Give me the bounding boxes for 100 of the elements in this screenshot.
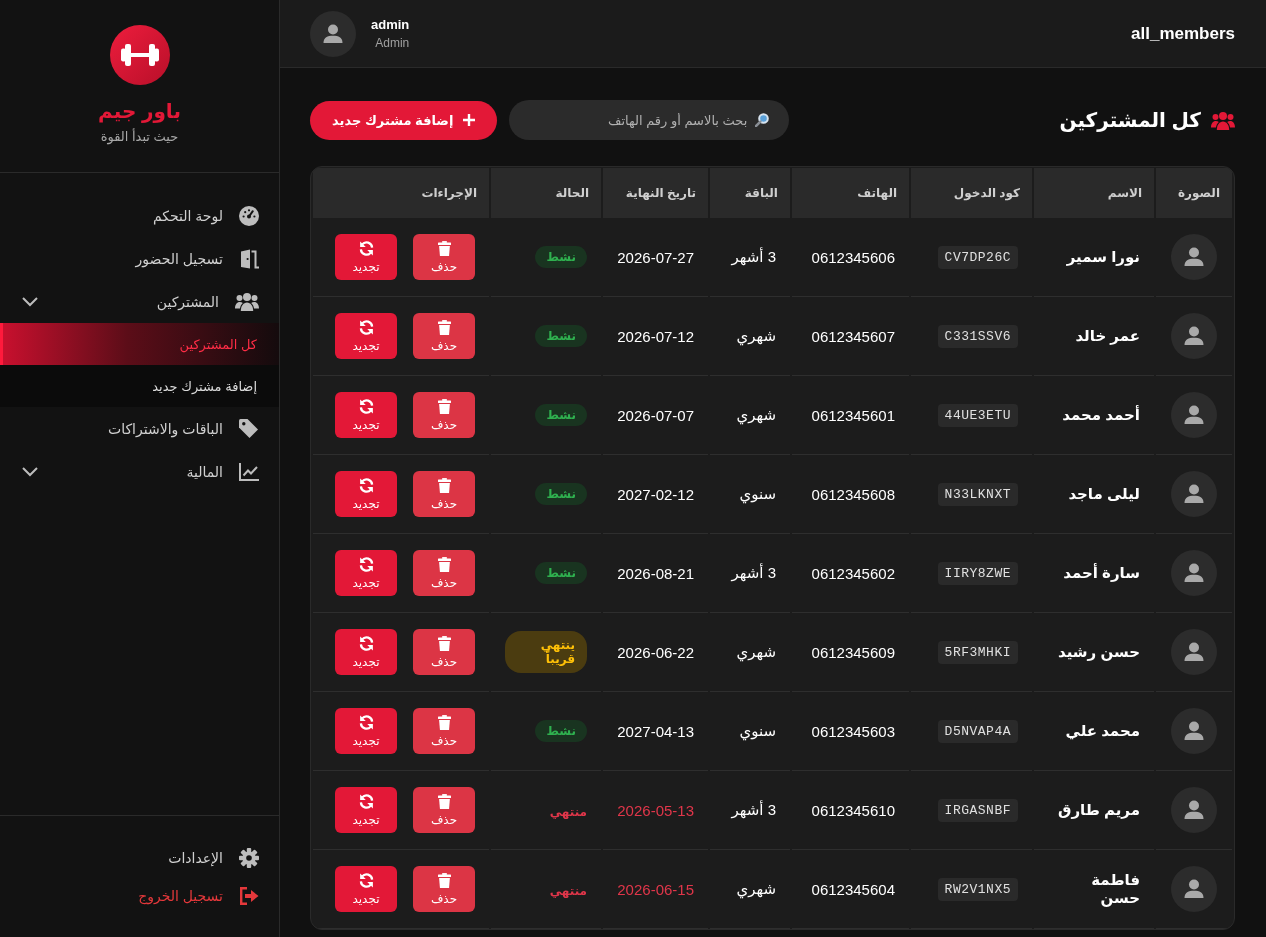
access-code: 44UE3ETU: [937, 403, 1018, 427]
users-icon: [1211, 110, 1235, 130]
logout-link[interactable]: تسجيل الخروج: [0, 877, 279, 915]
refresh-icon: [358, 556, 374, 572]
avatar-icon: [1171, 629, 1217, 675]
avatar-icon: [1171, 866, 1217, 912]
trash-icon: [437, 714, 451, 730]
refresh-icon: [358, 872, 374, 888]
column-header: الباقة: [710, 168, 790, 218]
status-badge: نشط: [535, 246, 587, 268]
nav-item[interactable]: الباقات والاشتراكات: [0, 407, 279, 450]
door-icon: [239, 248, 259, 269]
plan-name: سنوي: [739, 485, 776, 502]
page-heading: كل المشتركين: [1059, 108, 1201, 132]
phone-number: 0612345607: [811, 327, 895, 345]
nav-item[interactable]: لوحة التحكم: [0, 194, 279, 237]
avatar-icon: [1171, 471, 1217, 517]
brand-tagline: حيث تبدأ القوة: [100, 128, 179, 146]
users-icon: [235, 292, 259, 311]
end-date: 2026-07-27: [617, 248, 694, 266]
column-header: الصورة: [1156, 168, 1232, 218]
renew-button[interactable]: تجديد: [335, 313, 397, 359]
access-code: RW2V1NX5: [937, 877, 1018, 901]
phone-number: 0612345601: [811, 406, 895, 424]
end-date: 2026-08-21: [617, 564, 694, 582]
trash-icon: [437, 398, 451, 414]
plan-name: سنوي: [739, 722, 776, 739]
delete-button[interactable]: حذف: [413, 313, 475, 359]
avatar-icon: [1171, 392, 1217, 438]
end-date: 2026-05-13: [617, 801, 694, 819]
delete-button[interactable]: حذف: [413, 550, 475, 596]
member-name: أحمد محمد: [1062, 406, 1140, 423]
delete-button[interactable]: حذف: [413, 392, 475, 438]
submenu-item[interactable]: إضافة مشترك جديد: [0, 365, 279, 407]
delete-button[interactable]: حذف: [413, 708, 475, 754]
column-header: الحالة: [491, 168, 601, 218]
renew-button[interactable]: تجديد: [335, 708, 397, 754]
settings-link[interactable]: الإعدادات: [0, 839, 279, 877]
plan-name: شهري: [736, 643, 776, 660]
refresh-icon: [358, 240, 374, 256]
trash-icon: [437, 635, 451, 651]
end-date: 2026-07-12: [617, 327, 694, 345]
trash-icon: [437, 319, 451, 335]
plan-name: 3 أشهر: [731, 248, 776, 265]
search-icon: [755, 113, 770, 127]
submenu-item[interactable]: كل المشتركين: [0, 323, 279, 365]
end-date: 2026-06-15: [617, 880, 694, 898]
access-code: CV7DP26C: [937, 245, 1018, 269]
status-text: منتهي: [549, 883, 587, 898]
gauge-icon: [239, 205, 259, 226]
column-header: الاسم: [1034, 168, 1154, 218]
member-name: حسن رشيد: [1058, 643, 1140, 660]
avatar-icon: [1171, 313, 1217, 359]
member-name: فاطمة حسن: [1091, 871, 1140, 906]
status-badge: نشط: [535, 404, 587, 426]
plan-name: شهري: [736, 406, 776, 423]
plus-icon: [463, 114, 476, 126]
delete-button[interactable]: حذف: [413, 787, 475, 833]
delete-button[interactable]: حذف: [413, 234, 475, 280]
trash-icon: [437, 872, 451, 888]
tag-icon: [239, 418, 259, 439]
end-date: 2026-06-22: [617, 643, 694, 661]
renew-button[interactable]: تجديد: [335, 471, 397, 517]
column-header: الهاتف: [792, 168, 909, 218]
end-date: 2027-02-12: [617, 485, 694, 503]
delete-button[interactable]: حذف: [413, 471, 475, 517]
member-name: عمر خالد: [1075, 327, 1140, 344]
renew-button[interactable]: تجديد: [335, 550, 397, 596]
access-code: N33LKNXT: [937, 482, 1018, 506]
access-code: C331SSV6: [937, 324, 1018, 348]
page-title: all_members: [1131, 23, 1235, 44]
member-name: محمد علي: [1065, 722, 1140, 739]
renew-button[interactable]: تجديد: [335, 629, 397, 675]
delete-button[interactable]: حذف: [413, 629, 475, 675]
end-date: 2027-04-13: [617, 722, 694, 740]
renew-button[interactable]: تجديد: [335, 787, 397, 833]
avatar-icon: [310, 10, 356, 57]
settings-icon: [239, 848, 259, 868]
refresh-icon: [358, 793, 374, 809]
refresh-icon: [358, 635, 374, 651]
plan-name: 3 أشهر: [731, 801, 776, 818]
trash-icon: [437, 477, 451, 493]
nav-item[interactable]: المالية: [0, 450, 279, 493]
phone-number: 0612345603: [811, 722, 895, 740]
renew-button[interactable]: تجديد: [335, 866, 397, 912]
delete-button[interactable]: حذف: [413, 866, 475, 912]
renew-button[interactable]: تجديد: [335, 392, 397, 438]
phone-number: 0612345604: [811, 880, 895, 898]
renew-button[interactable]: تجديد: [335, 234, 397, 280]
nav-item[interactable]: المشتركين: [0, 280, 279, 323]
logout-icon: [239, 887, 259, 905]
trash-icon: [437, 556, 451, 572]
phone-number: 0612345606: [811, 248, 895, 266]
access-code: D5NVAP4A: [937, 719, 1018, 743]
phone-number: 0612345608: [811, 485, 895, 503]
phone-number: 0612345609: [811, 643, 895, 661]
nav-item[interactable]: تسجيل الحضور: [0, 237, 279, 280]
phone-number: 0612345610: [811, 801, 895, 819]
user-name: admin: [371, 17, 410, 32]
add-member-button[interactable]: إضافة مشترك جديد: [310, 100, 498, 140]
